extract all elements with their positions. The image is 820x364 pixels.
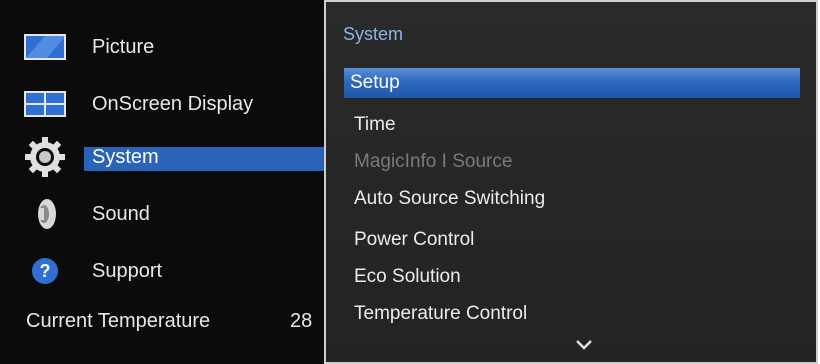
picture-icon (22, 27, 68, 67)
menu-item-label: OnScreen Display (92, 92, 254, 115)
svg-text:?: ? (40, 261, 51, 281)
system-submenu: System Setup Time MagicInfo I Source Aut… (324, 0, 818, 364)
main-menu: Picture OnScreen Display System Sound ? … (0, 0, 324, 364)
submenu-title: System (343, 24, 404, 44)
menu-item-label: System (92, 145, 159, 168)
submenu-item-eco-solution[interactable]: Eco Solution (354, 266, 461, 288)
submenu-item-auto-source-switching[interactable]: Auto Source Switching (354, 188, 545, 210)
submenu-item-label: Setup (350, 72, 400, 93)
onscreen-display-icon (22, 84, 68, 124)
current-temperature: Current Temperature 28 (0, 296, 324, 346)
question-icon: ? (22, 251, 68, 291)
menu-item-system[interactable]: System (0, 132, 324, 182)
osd-screen: Picture OnScreen Display System Sound ? … (0, 0, 820, 364)
menu-item-label: Support (92, 259, 163, 282)
temperature-label: Current Temperature (26, 310, 211, 332)
submenu-item-setup[interactable]: Setup (344, 68, 800, 98)
gear-icon (22, 137, 68, 177)
menu-item-sound[interactable]: Sound (0, 189, 324, 239)
submenu-item-time[interactable]: Time (354, 114, 396, 136)
menu-item-label: Sound (92, 202, 150, 225)
submenu-item-power-control[interactable]: Power Control (354, 229, 474, 251)
menu-item-picture[interactable]: Picture (0, 22, 324, 72)
speaker-icon (22, 194, 68, 234)
chevron-down-icon[interactable] (574, 338, 594, 352)
menu-item-label: Picture (92, 35, 155, 58)
menu-item-support[interactable]: ? Support (0, 246, 324, 296)
menu-item-onscreen-display[interactable]: OnScreen Display (0, 79, 324, 129)
submenu-item-temperature-control[interactable]: Temperature Control (354, 303, 527, 325)
temperature-value: 28 (290, 310, 313, 332)
submenu-item-magicinfo-source: MagicInfo I Source (354, 151, 513, 172)
